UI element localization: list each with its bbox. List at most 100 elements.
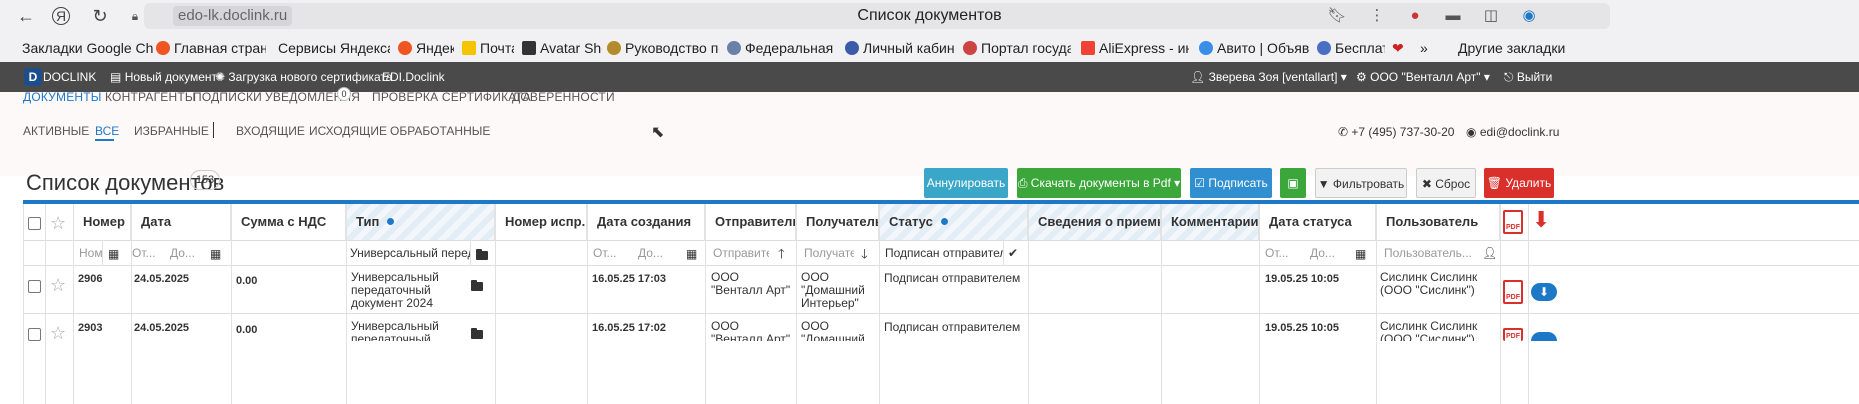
reset-button[interactable]: ✖ Сброс [1416, 168, 1476, 198]
status-date-to-input[interactable]: До... [1304, 240, 1354, 266]
filter-favorites[interactable]: ИЗБРАННЫЕ [134, 124, 209, 138]
row-checkbox[interactable] [28, 280, 41, 293]
download-pdf-button[interactable]: ⎙ Скачать документы в Pdf ▾ [1017, 168, 1181, 198]
other-bookmarks[interactable]: Другие закладки [1458, 39, 1568, 57]
brand-name[interactable]: DOCLINK [43, 69, 96, 85]
created-to-input[interactable]: До... [632, 240, 682, 266]
support-phone[interactable]: ✆ +7 (495) 737-30-20 [1338, 125, 1454, 139]
tab-certificate-check[interactable]: ПРОВЕРКА СЕРТИФИКАТА [372, 90, 531, 104]
edi-link[interactable]: EDI.Doclink [382, 69, 445, 85]
url-text[interactable]: edo-lk.doclink.ru [173, 6, 293, 26]
bookmark-item[interactable]: Бесплатн [1317, 39, 1385, 57]
number-filter-input[interactable]: Ном [73, 240, 103, 266]
bookmark-item[interactable]: Авито | Объявлен [1199, 39, 1309, 57]
select-all-checkbox[interactable] [28, 217, 41, 230]
col-date[interactable]: Дата [131, 204, 231, 240]
upload-certificate-link[interactable]: ✺ Загрузка нового сертификата [215, 69, 392, 85]
bookmark-item[interactable]: Главная страница [156, 39, 266, 57]
user-menu[interactable]: 👤︎ Зверева Зоя [ventallart] ▾ [1190, 69, 1347, 85]
doclink-logo[interactable]: D [24, 68, 42, 86]
col-comments[interactable]: Комментарии [1161, 204, 1259, 240]
folder-icon[interactable] [476, 249, 488, 260]
user-filter-input[interactable]: Пользователь... [1378, 240, 1478, 266]
more-bookmarks-icon[interactable]: » [1420, 39, 1436, 57]
filter-processed[interactable]: ОБРАБОТАННЫЕ [390, 124, 490, 138]
col-receiver[interactable]: Получатель [796, 204, 879, 240]
col-type[interactable]: Тип [346, 204, 495, 240]
bookmark-item[interactable]: Федеральная нал [727, 39, 837, 57]
bookmark-item[interactable]: Avatar Shop [522, 39, 602, 57]
back-icon[interactable]: ← [14, 6, 38, 26]
address-bar[interactable] [144, 3, 1610, 29]
reload-icon[interactable]: ↻ [88, 6, 112, 26]
arrow-down-icon[interactable]: 🡓 [861, 245, 868, 267]
extension-icon[interactable]: ● [1404, 6, 1426, 26]
bookmark-item[interactable]: Сервисы Яндекса ⌄ [278, 39, 390, 57]
status-date-from-input[interactable]: От... [1259, 240, 1304, 266]
table-icon[interactable]: ▦ [108, 247, 119, 261]
excel-export-button[interactable]: ▣ [1280, 168, 1306, 198]
yandex-icon[interactable]: Я [52, 7, 70, 25]
new-document-link[interactable]: ▤ Новый документ [110, 69, 217, 85]
calendar-icon[interactable]: ▦ [686, 247, 697, 261]
bookmark-item[interactable]: Личный кабинет [845, 39, 955, 57]
extension-icon[interactable]: ◉ [1518, 6, 1540, 26]
cloud-download-icon[interactable]: ⬇ [1531, 283, 1557, 301]
tab-counterparties[interactable]: КОНТРАГЕНТЫ [105, 90, 196, 104]
bookmark-item[interactable]: AliExpress - интер [1081, 39, 1189, 57]
cloud-download-icon[interactable] [1531, 332, 1557, 341]
extension-icon[interactable]: ◫ [1480, 6, 1502, 26]
annul-button[interactable]: Аннулировать [924, 168, 1008, 198]
col-acceptance[interactable]: Сведения о приемке [1028, 204, 1161, 240]
bookmark-item[interactable]: Руководство по п [607, 39, 719, 57]
pdf-icon[interactable] [1503, 280, 1523, 304]
filter-incoming[interactable]: ВХОДЯЩИЕ [236, 124, 305, 138]
favorite-all-star-icon[interactable]: ☆ [50, 214, 66, 232]
logout-link[interactable]: ⎋ Выйти [1504, 69, 1552, 85]
tab-documents[interactable]: ДОКУМЕНТЫ [23, 90, 102, 104]
arrow-up-icon[interactable]: 🡑 [778, 245, 785, 267]
sign-button[interactable]: ☑ Подписать [1190, 168, 1272, 198]
pdf-icon[interactable] [1503, 328, 1523, 341]
filter-all[interactable]: ВСЕ [95, 124, 119, 138]
receiver-filter-input[interactable]: Получате [798, 240, 854, 266]
col-status[interactable]: Статус [879, 204, 1028, 240]
bookmark-icon[interactable]: 🔖︎ [1326, 6, 1348, 26]
tab-powers-of-attorney[interactable]: ДОВЕРЕННОСТИ [512, 90, 615, 104]
bookmark-item[interactable]: Яндекс [398, 39, 454, 57]
col-status-date[interactable]: Дата статуса [1259, 204, 1376, 240]
created-from-input[interactable]: От... [587, 240, 632, 266]
pdf-icon[interactable] [1503, 210, 1523, 234]
col-number[interactable]: Номер [73, 204, 131, 240]
bookmark-item[interactable]: Почта [462, 39, 514, 57]
calendar-icon[interactable]: ▦ [1355, 247, 1366, 261]
col-sender[interactable]: Отправитель [705, 204, 796, 240]
heart-icon[interactable]: ❤ [1392, 39, 1412, 57]
more-icon[interactable]: ⋮ [1366, 6, 1388, 26]
filter-outgoing[interactable]: ИСХОДЯЩИЕ [309, 124, 387, 138]
status-filter-select[interactable]: Подписан отправителем [879, 240, 1004, 266]
sender-filter-input[interactable]: Отправите [707, 240, 769, 266]
col-number-correction[interactable]: Номер испр. [495, 204, 587, 240]
type-filter-select[interactable]: Универсальный передато [346, 240, 471, 266]
row-type[interactable]: Универсальный передаточный документ 2024 [351, 271, 461, 311]
row-checkbox[interactable] [28, 328, 41, 341]
folder-icon[interactable] [471, 328, 483, 339]
extension-icon[interactable]: ▬ [1442, 6, 1464, 26]
favorite-star-icon[interactable]: ☆ [50, 324, 66, 342]
favorite-star-icon[interactable]: ☆ [50, 276, 66, 294]
support-email[interactable]: ◉ edi@doclink.ru [1466, 125, 1559, 139]
calendar-icon[interactable]: ▦ [210, 247, 221, 261]
date-to-input[interactable]: До... [164, 240, 209, 266]
check-icon[interactable]: ✔ [1008, 246, 1018, 260]
col-created[interactable]: Дата создания [587, 204, 705, 240]
user-icon[interactable]: 👤︎ [1482, 246, 1497, 260]
folder-icon[interactable] [471, 280, 483, 291]
col-user[interactable]: Пользователь [1376, 204, 1500, 240]
tab-signatures[interactable]: ПОДПИСКИ [193, 90, 262, 104]
filter-active[interactable]: АКТИВНЫЕ [23, 124, 89, 138]
bookmark-item[interactable]: Портал государс [963, 39, 1071, 57]
delete-button[interactable]: 🗑︎ Удалить [1484, 168, 1554, 198]
organization-menu[interactable]: ⚙ ООО "Венталл Арт" ▾ [1356, 69, 1490, 85]
bookmark-item[interactable]: Закладки Google Ch [22, 39, 154, 57]
